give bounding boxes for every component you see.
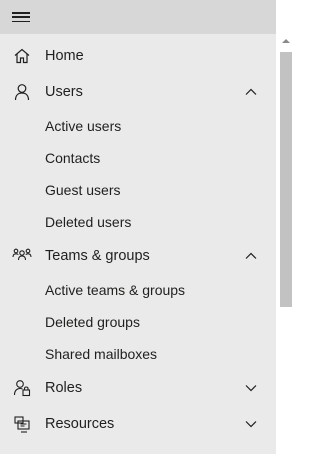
sub-item-deleted-groups[interactable]: Deleted groups — [0, 306, 276, 338]
nav-item-label: Teams & groups — [45, 248, 150, 264]
nav-item-label: Roles — [45, 380, 83, 396]
nav-topbar — [0, 0, 276, 34]
sub-item-active-teams-groups[interactable]: Active teams & groups — [0, 274, 276, 306]
teams-groups-icon — [12, 246, 32, 266]
scrollbar-thumb[interactable] — [280, 52, 292, 307]
vertical-scrollbar[interactable] — [278, 34, 294, 454]
sub-item-active-users[interactable]: Active users — [0, 110, 276, 142]
resources-icon — [12, 414, 32, 434]
sub-item-guest-users[interactable]: Guest users — [0, 174, 276, 206]
nav-item-resources[interactable]: Resources — [0, 406, 276, 442]
user-icon — [12, 82, 32, 102]
nav-item-label: Resources — [45, 416, 115, 432]
chevron-down-icon[interactable] — [244, 381, 258, 395]
nav-item-teams-groups[interactable]: Teams & groups — [0, 238, 276, 274]
sub-item-shared-mailboxes[interactable]: Shared mailboxes — [0, 338, 276, 370]
sub-item-deleted-users[interactable]: Deleted users — [0, 206, 276, 238]
hamburger-menu-icon[interactable] — [12, 10, 30, 24]
roles-icon — [12, 378, 32, 398]
sub-item-contacts[interactable]: Contacts — [0, 142, 276, 174]
nav-item-roles[interactable]: Roles — [0, 370, 276, 406]
chevron-down-icon[interactable] — [244, 417, 258, 431]
chevron-up-icon[interactable] — [244, 85, 258, 99]
chevron-up-icon[interactable] — [244, 249, 258, 263]
nav-item-users[interactable]: Users — [0, 74, 276, 110]
home-icon — [12, 46, 32, 66]
nav-item-home[interactable]: Home — [0, 38, 276, 74]
nav-item-label: Users — [45, 84, 83, 100]
navigation-panel: Home Users Active users Contacts Guest u… — [0, 0, 276, 454]
scroll-up-arrow-icon[interactable] — [281, 36, 291, 46]
nav-list: Home Users Active users Contacts Guest u… — [0, 34, 276, 442]
nav-item-label: Home — [45, 48, 84, 64]
